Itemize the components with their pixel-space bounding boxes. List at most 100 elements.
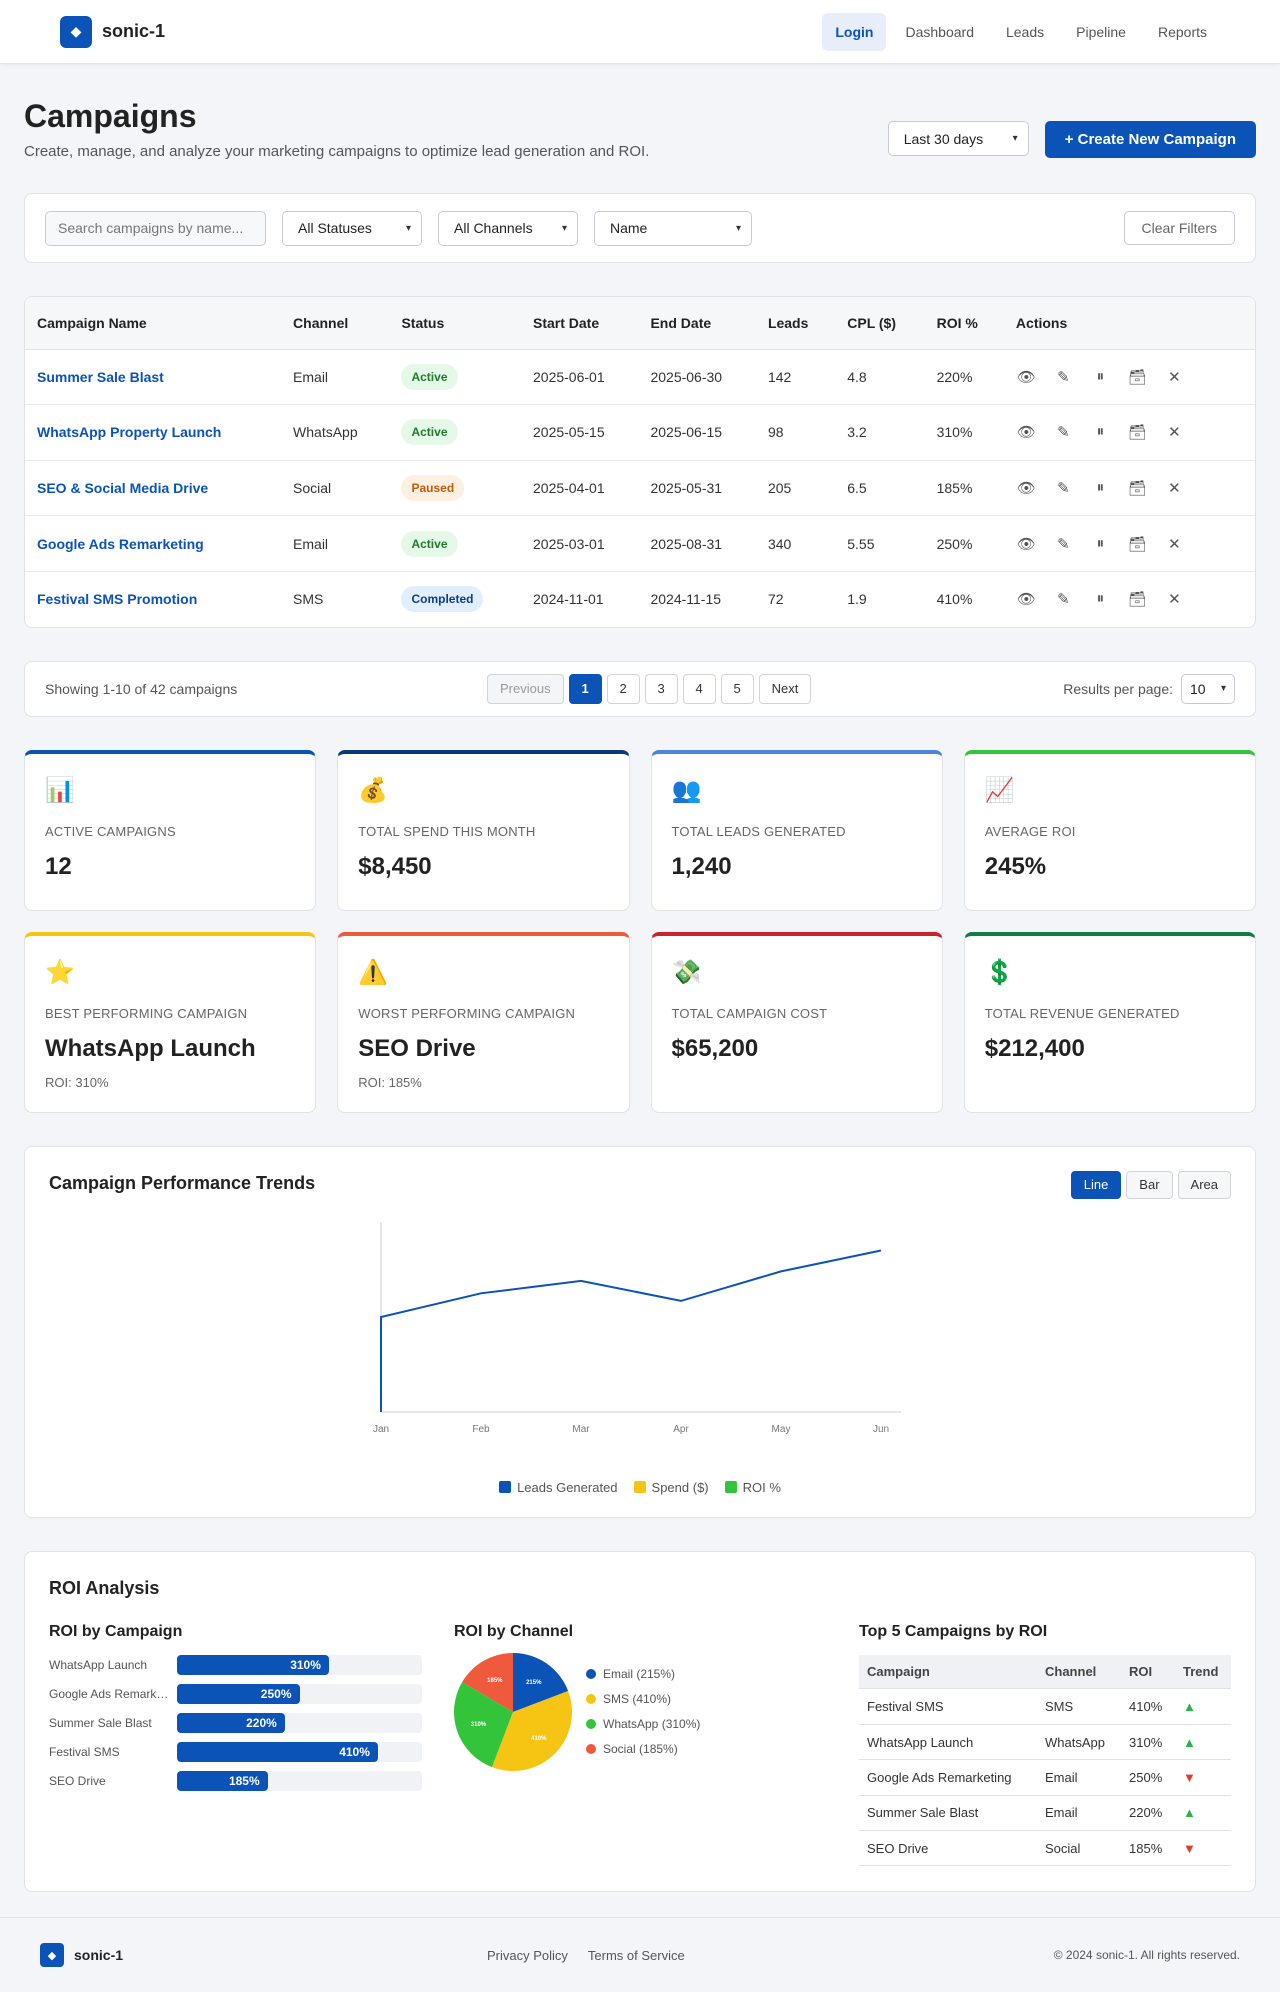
sort-select[interactable]: Name ▾ <box>594 210 752 246</box>
trend-down-icon: ▼ <box>1183 1840 1196 1856</box>
channel-filter-select[interactable]: All Channels ▾ <box>438 210 578 246</box>
table-body: Summer Sale Blast Email Active 2025-06-01 20… <box>25 349 1255 627</box>
actions-cell: 👁 ✎ ⏸ 🗃 ✕ <box>1003 404 1255 461</box>
row-actions: 👁 ✎ ⏸ 🗃 ✕ <box>1016 423 1243 441</box>
search-input[interactable]: Search campaigns by name... <box>45 210 266 246</box>
stats-grid: 📊 Active Campaigns 12 💰 Total Spend This Mon… <box>24 749 1256 1113</box>
roi-cell: 410% <box>936 591 973 608</box>
status-filter-select[interactable]: All Statuses ▾ <box>282 210 422 246</box>
view-icon[interactable]: 👁 <box>1016 535 1037 553</box>
previous-page-button[interactable]: Previous <box>487 673 564 704</box>
roi-analysis-card: ROI Analysis ROI by Campaign WhatsApp La… <box>24 1550 1256 1892</box>
campaign-name-link[interactable]: Summer Sale Blast <box>37 369 164 385</box>
nav-link-login[interactable]: Login <box>822 12 887 51</box>
archive-icon[interactable]: 🗃 <box>1127 535 1148 553</box>
edit-icon[interactable]: ✎ <box>1053 535 1074 553</box>
view-icon[interactable]: 👁 <box>1016 423 1037 441</box>
delete-icon[interactable]: ✕ <box>1164 590 1185 608</box>
nav-link-pipeline[interactable]: Pipeline <box>1063 13 1139 51</box>
footer-link-terms-of-service[interactable]: Terms of Service <box>588 1948 685 1963</box>
delete-icon[interactable]: ✕ <box>1164 368 1185 386</box>
channel-cell: Social <box>281 460 390 517</box>
toggle-bar-button[interactable]: Bar <box>1126 1170 1173 1199</box>
page-subtitle: Create, manage, and analyze your marketi… <box>24 143 650 160</box>
edit-icon[interactable]: ✎ <box>1053 590 1074 608</box>
page-2-button[interactable]: 2 <box>606 673 640 704</box>
pause-icon[interactable]: ⏸ <box>1090 535 1111 553</box>
legend-swatch <box>499 1481 512 1494</box>
campaign-name-link[interactable]: WhatsApp Property Launch <box>37 424 221 440</box>
column-header-status: Status <box>389 297 521 350</box>
toggle-area-button[interactable]: Area <box>1177 1170 1231 1199</box>
pause-icon[interactable]: ⏸ <box>1090 590 1111 608</box>
campaign-name-link[interactable]: SEO & Social Media Drive <box>37 480 208 496</box>
campaign-name-link[interactable]: Festival SMS Promotion <box>37 591 197 607</box>
delete-icon[interactable]: ✕ <box>1164 479 1185 497</box>
roi-pie-chart: 215% 410% 310% 185% <box>454 1652 572 1771</box>
pause-icon[interactable]: ⏸ <box>1090 423 1111 441</box>
pause-icon[interactable]: ⏸ <box>1090 479 1111 497</box>
page-5-button[interactable]: 5 <box>720 673 754 704</box>
legend-dot <box>586 1744 596 1755</box>
edit-icon[interactable]: ✎ <box>1053 479 1074 497</box>
archive-icon[interactable]: 🗃 <box>1127 590 1148 608</box>
next-page-button[interactable]: Next <box>758 673 812 704</box>
logo-icon: ◆ <box>60 15 92 48</box>
table-header-row: Campaign Name Channel Status Start Date End … <box>25 297 1255 350</box>
top5-header-trend: Trend <box>1175 1654 1231 1690</box>
create-campaign-button[interactable]: + Create New Campaign <box>1044 121 1256 158</box>
bar-label: SEO Drive <box>49 1774 106 1789</box>
stat-icon: 👥 <box>671 776 702 804</box>
delete-icon[interactable]: ✕ <box>1164 535 1185 553</box>
column-header-channel: Channel <box>281 297 390 350</box>
top5-table: Campaign Channel ROI Trend Festival SMS SMS 4… <box>859 1654 1231 1867</box>
legend-item-leads-generated: Leads Generated <box>499 1480 618 1495</box>
page-3-button[interactable]: 3 <box>644 673 678 704</box>
view-icon[interactable]: 👁 <box>1016 368 1037 386</box>
per-page-select[interactable]: 10 ▾ <box>1181 673 1235 704</box>
roi-title: ROI Analysis <box>49 1577 160 1598</box>
toggle-line-button[interactable]: Line <box>1070 1170 1122 1199</box>
bar-whatsapp-launch: 310% <box>177 1655 329 1676</box>
clear-filters-button[interactable]: Clear Filters <box>1123 211 1235 245</box>
legend-swatch <box>633 1481 646 1494</box>
footer-link-privacy-policy[interactable]: Privacy Policy <box>487 1948 568 1963</box>
brand-logo[interactable]: ◆ sonic-1 <box>60 15 165 48</box>
top5-trend-cell: ▲ <box>1175 1795 1231 1832</box>
edit-icon[interactable]: ✎ <box>1053 368 1074 386</box>
bar-seo-drive: 185% <box>177 1771 268 1792</box>
end-date-cell: 2025-06-30 <box>638 349 756 406</box>
page-4-button[interactable]: 4 <box>682 673 716 704</box>
trend-line-chart: Jan Feb Mar Apr May Jun <box>373 1221 901 1435</box>
date-range-select[interactable]: Last 30 days ▾ <box>887 121 1029 156</box>
archive-icon[interactable]: 🗃 <box>1127 479 1148 497</box>
nav-link-reports[interactable]: Reports <box>1145 13 1220 51</box>
stat-label: Best Performing Campaign <box>45 1005 248 1021</box>
pause-icon[interactable]: ⏸ <box>1090 368 1111 386</box>
start-date-cell: 2025-04-01 <box>521 460 639 517</box>
x-tick-label: Jan <box>373 1424 389 1435</box>
channel-cell: SMS <box>293 591 324 608</box>
page-1-button[interactable]: 1 <box>568 673 602 704</box>
status-cell: Paused <box>389 460 521 517</box>
column-header-actions: Actions <box>1003 297 1255 350</box>
footer-logo[interactable]: ◆ sonic-1 <box>40 1943 123 1967</box>
bar-festival-sms: 410% <box>177 1742 378 1763</box>
stat-icon: 💲 <box>984 958 1015 986</box>
stat-subtext: ROI: 185% <box>358 1074 422 1090</box>
campaign-name-link[interactable]: Google Ads Remarketing <box>37 536 204 552</box>
archive-icon[interactable]: 🗃 <box>1127 423 1148 441</box>
legend-label: Spend ($) <box>651 1479 709 1495</box>
top5-trend-cell: ▲ <box>1175 1688 1231 1725</box>
edit-icon[interactable]: ✎ <box>1053 423 1074 441</box>
view-icon[interactable]: 👁 <box>1016 479 1037 497</box>
nav-link-dashboard[interactable]: Dashboard <box>892 13 987 51</box>
archive-icon[interactable]: 🗃 <box>1127 368 1148 386</box>
view-icon[interactable]: 👁 <box>1016 590 1037 608</box>
delete-icon[interactable]: ✕ <box>1164 423 1185 441</box>
stat-card-total-revenue-generated: 💲 Total Revenue Generated $212,400 <box>963 931 1256 1113</box>
bar-track: 310% <box>177 1655 422 1676</box>
nav-link-leads[interactable]: Leads <box>993 13 1057 51</box>
start-date-cell: 2025-06-01 <box>521 349 639 406</box>
bar-label: Festival SMS <box>49 1745 120 1760</box>
